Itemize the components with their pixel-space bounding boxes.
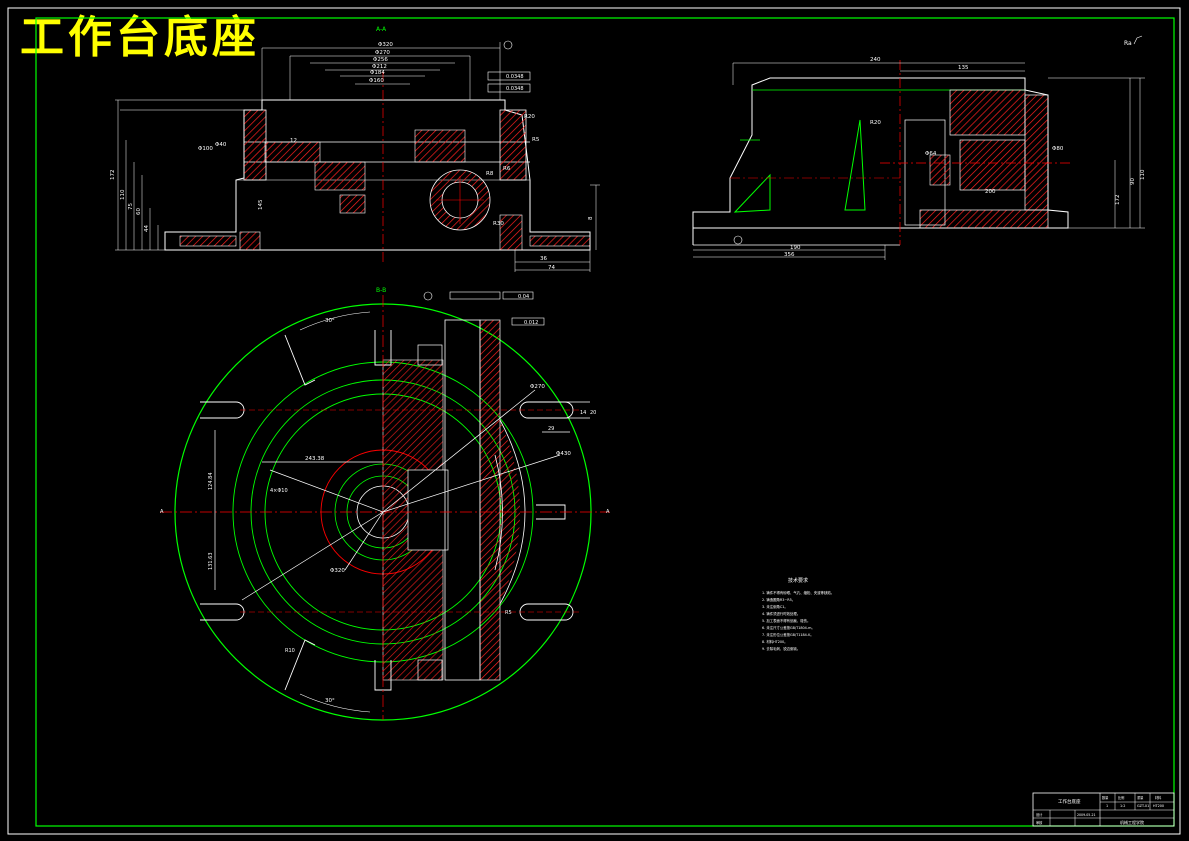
dim-rv-135: 135 bbox=[958, 65, 969, 71]
dim-aa-phi160: Φ160 bbox=[369, 78, 384, 84]
dim-bb-243: 243.38 bbox=[305, 456, 325, 462]
title-block-date: 2009-05-21 bbox=[1077, 813, 1096, 817]
tech-req-line: 2. 铸造圆角R3~R5。 bbox=[762, 597, 795, 602]
dim-aa-tol2: 0.0348 bbox=[506, 86, 524, 92]
title-block: 工作台底座 数量 比例 重量 材料 1 1:2 GZT-01 HT200 设计 … bbox=[1032, 792, 1175, 827]
dim-aa-h110: 110 bbox=[120, 189, 126, 200]
title-block-scale: 1:2 bbox=[1120, 804, 1125, 808]
title-block-sheet: 1 bbox=[1106, 804, 1108, 808]
title-block-qty-label: 数量 bbox=[1102, 795, 1109, 800]
dim-aa-h44: 44 bbox=[144, 225, 150, 232]
title-block-material: HT200 bbox=[1153, 804, 1164, 808]
dim-aa-r20: R20 bbox=[524, 114, 535, 120]
tech-req-line: 7. 未注形位公差按GB/T1184-K。 bbox=[762, 632, 814, 637]
dim-aa-h172: 172 bbox=[110, 170, 116, 181]
section-view-aa: A-A Φ320 Φ270 Φ256 Φ212 Φ184 Φ160 0.0348… bbox=[110, 26, 600, 272]
tech-req-line: 9. 去除毛刺，锐边倒钝。 bbox=[762, 646, 800, 651]
dim-aa-r6: R6 bbox=[503, 166, 511, 172]
technical-requirements: 技术要求 1. 铸件不得有砂眼、气孔、缩松、夹渣等缺陷。 2. 铸造圆角R3~R… bbox=[762, 577, 834, 651]
title-block-company: 机械工程学院 bbox=[1120, 819, 1144, 825]
dim-aa-phi256: Φ256 bbox=[373, 57, 388, 63]
dim-rv-240: 240 bbox=[870, 57, 881, 63]
dim-aa-b36: 36 bbox=[540, 256, 547, 262]
section-mark-right: A bbox=[606, 509, 610, 515]
dim-aa-r8: R8 bbox=[486, 171, 494, 177]
title-block-designer: 设计 bbox=[1036, 812, 1043, 817]
dim-bb-14: 14 bbox=[580, 410, 586, 416]
tech-req-line: 6. 未注尺寸公差按GB/T1804-m。 bbox=[762, 625, 815, 630]
title-block-scale-label: 比例 bbox=[1118, 795, 1124, 800]
title-block-checker: 审核 bbox=[1036, 820, 1043, 825]
dim-aa-phi270: Φ270 bbox=[375, 50, 390, 56]
tech-req-line: 8. 材料HT200。 bbox=[762, 639, 788, 644]
drawing-sheet: A-A Φ320 Φ270 Φ256 Φ212 Φ184 Φ160 0.0348… bbox=[7, 7, 1181, 835]
surface-roughness-mark: Ra bbox=[1124, 40, 1132, 47]
dim-bb-angle-bottom: 30° bbox=[325, 698, 335, 704]
section-mark-left: A bbox=[160, 509, 164, 515]
dim-bb-tol-top: 0.04 bbox=[518, 294, 529, 300]
dim-rv-90: 90 bbox=[1130, 178, 1136, 185]
tech-req-line: 1. 铸件不得有砂眼、气孔、缩松、夹渣等缺陷。 bbox=[762, 590, 834, 595]
plan-view-bb: B-B 30° 30° Φ270 Φ430 Φ320 243.38 124.84… bbox=[160, 287, 610, 721]
tech-req-line: 3. 未注倒角C1。 bbox=[762, 604, 788, 609]
title-block-weight-label: 重量 bbox=[1137, 795, 1144, 800]
dim-aa-phi320: Φ320 bbox=[378, 42, 393, 48]
tech-req-title: 技术要求 bbox=[788, 577, 808, 584]
dim-rv-r20: R20 bbox=[870, 120, 881, 126]
dim-aa-h145: 145 bbox=[258, 199, 264, 210]
dim-bb-phi320: Φ320 bbox=[330, 568, 345, 574]
side-view: Ra 240 135 190 356 110 90 172 200 Φ80 Φ6… bbox=[692, 35, 1146, 260]
dim-bb-phi430: Φ430 bbox=[556, 451, 571, 457]
dim-aa-phi184: Φ184 bbox=[370, 70, 385, 76]
dim-aa-h75: 75 bbox=[128, 203, 134, 210]
dim-bb-124: 124.84 bbox=[208, 473, 214, 491]
title-block-drawing-no: GZT-01 bbox=[1137, 804, 1149, 808]
dim-aa-phi100: Φ100 bbox=[198, 146, 213, 152]
inner-frame bbox=[35, 17, 1175, 827]
view-aa-label: A-A bbox=[376, 26, 387, 33]
dim-bb-tol-mid: 0.012 bbox=[524, 320, 538, 326]
dim-rv-200: 200 bbox=[985, 189, 996, 195]
dim-aa-tol1: 0.0348 bbox=[506, 74, 524, 80]
dim-aa-r5: R5 bbox=[532, 137, 540, 143]
dim-aa-b8: 8 bbox=[588, 216, 594, 220]
dim-bb-20: 20 bbox=[590, 410, 596, 416]
dim-bb-131: 131.63 bbox=[208, 553, 214, 571]
dim-bb-4x: 4×Φ10 bbox=[270, 488, 288, 494]
dim-aa-h12: 12 bbox=[290, 138, 297, 144]
dim-aa-h60: 60 bbox=[136, 208, 142, 215]
dim-rv-phi80: Φ80 bbox=[1052, 146, 1064, 152]
dim-rv-phi64: Φ64 bbox=[925, 151, 937, 157]
dim-bb-phi270: Φ270 bbox=[530, 384, 545, 390]
title-block-part-name: 工作台底座 bbox=[1058, 798, 1081, 805]
dim-bb-r10: R10 bbox=[285, 648, 295, 654]
dim-rv-356: 356 bbox=[784, 252, 795, 258]
dim-bb-angle-top: 30° bbox=[325, 318, 335, 324]
dim-rv-172: 172 bbox=[1115, 195, 1121, 206]
dim-aa-r30: R30 bbox=[493, 221, 504, 227]
dim-bb-r5: R5 bbox=[505, 610, 512, 616]
dim-aa-phi40: Φ40 bbox=[215, 142, 227, 148]
dim-aa-b74: 74 bbox=[548, 265, 555, 271]
dim-rv-190: 190 bbox=[790, 245, 801, 251]
view-bb-label: B-B bbox=[376, 287, 386, 294]
dim-rv-110: 110 bbox=[1140, 169, 1146, 180]
tech-req-line: 4. 铸件须进行时效处理。 bbox=[762, 611, 800, 616]
tech-req-line: 5. 加工表面不得有划痕、碰伤。 bbox=[762, 618, 810, 623]
dim-bb-29: 29 bbox=[548, 426, 554, 432]
title-block-material-label: 材料 bbox=[1155, 795, 1162, 800]
